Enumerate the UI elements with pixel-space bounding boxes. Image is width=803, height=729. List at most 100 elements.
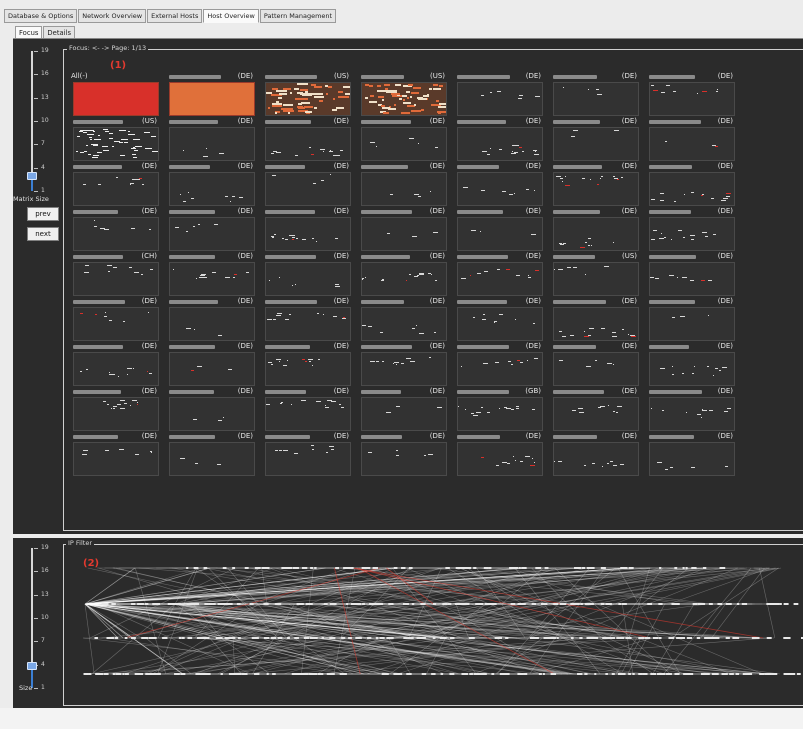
ip-node[interactable] — [584, 603, 589, 605]
ip-node[interactable] — [593, 637, 599, 639]
host-cell[interactable]: (DE) — [167, 72, 255, 116]
ip-node[interactable] — [488, 603, 493, 605]
ip-node[interactable] — [475, 673, 481, 675]
host-cell[interactable]: (DE) — [71, 297, 159, 341]
ip-node[interactable] — [729, 673, 734, 675]
ip-node[interactable] — [178, 637, 182, 639]
ip-node[interactable] — [692, 603, 698, 605]
ip-node[interactable] — [174, 603, 180, 605]
ip-node[interactable] — [383, 673, 389, 675]
ip-node[interactable] — [140, 603, 144, 605]
ip-node[interactable] — [369, 603, 372, 605]
host-cell[interactable]: (DE) — [167, 207, 255, 251]
ip-node[interactable] — [362, 603, 365, 605]
host-cell[interactable]: (DE) — [455, 342, 543, 386]
ip-node[interactable] — [254, 673, 260, 675]
ip-node[interactable] — [488, 567, 492, 569]
ip-node[interactable] — [406, 673, 412, 675]
ip-node[interactable] — [346, 603, 349, 605]
ip-node[interactable] — [553, 603, 559, 605]
ip-node[interactable] — [237, 637, 241, 639]
ip-node[interactable] — [650, 673, 657, 675]
host-cell[interactable]: (DE) — [359, 342, 447, 386]
ip-node[interactable] — [588, 603, 594, 605]
ip-node[interactable] — [411, 603, 415, 605]
ip-node[interactable] — [647, 603, 653, 605]
host-cell[interactable]: (DE) — [359, 162, 447, 206]
ip-node[interactable] — [207, 673, 210, 675]
ip-node[interactable] — [673, 603, 680, 605]
host-cell[interactable]: (DE) — [647, 432, 735, 476]
ip-node[interactable] — [473, 567, 477, 569]
host-cell[interactable]: (DE) — [455, 432, 543, 476]
ip-node[interactable] — [263, 637, 270, 639]
ip-node[interactable] — [309, 637, 314, 639]
ip-node[interactable] — [152, 603, 157, 605]
ip-node[interactable] — [594, 673, 597, 675]
host-cell[interactable]: (DE) — [551, 207, 639, 251]
ip-node[interactable] — [712, 637, 719, 639]
ip-node[interactable] — [310, 567, 313, 569]
host-cell[interactable]: (DE) — [71, 387, 159, 431]
ip-node[interactable] — [242, 673, 248, 675]
host-cell[interactable]: (DE) — [167, 342, 255, 386]
ip-node[interactable] — [602, 637, 605, 639]
ip-node[interactable] — [499, 673, 504, 675]
ip-node[interactable] — [440, 673, 444, 675]
ip-node[interactable] — [236, 603, 241, 605]
ip-node[interactable] — [111, 603, 116, 605]
ip-node[interactable] — [699, 603, 706, 605]
host-cell[interactable]: (DE) — [647, 387, 735, 431]
ip-node[interactable] — [449, 673, 453, 675]
ip-node[interactable] — [294, 637, 297, 639]
host-cell[interactable]: (DE) — [359, 117, 447, 161]
host-cell[interactable]: (DE) — [167, 387, 255, 431]
ip-node[interactable] — [329, 637, 336, 639]
ip-node[interactable] — [708, 603, 713, 605]
ip-node[interactable] — [363, 567, 366, 569]
ip-node[interactable] — [570, 603, 575, 605]
ip-node[interactable] — [225, 603, 232, 605]
ip-node[interactable] — [174, 673, 180, 675]
ip-node[interactable] — [117, 673, 122, 675]
host-cell[interactable]: (DE) — [263, 162, 351, 206]
ip-node[interactable] — [680, 637, 685, 639]
host-cell[interactable]: (DE) — [167, 117, 255, 161]
ip-node[interactable] — [691, 567, 697, 569]
ip-node[interactable] — [479, 673, 486, 675]
ip-node[interactable] — [417, 637, 421, 639]
host-cell[interactable]: (DE) — [551, 72, 639, 116]
ip-node[interactable] — [607, 603, 612, 605]
ip-node[interactable] — [220, 673, 223, 675]
ip-node[interactable] — [736, 637, 739, 639]
ip-node[interactable] — [410, 637, 414, 639]
ip-node[interactable] — [518, 567, 521, 569]
ip-node[interactable] — [503, 673, 507, 675]
ip-node[interactable] — [721, 673, 725, 675]
ip-node[interactable] — [144, 637, 148, 639]
ip-node[interactable] — [520, 603, 523, 605]
ip-node[interactable] — [725, 603, 732, 605]
ip-node[interactable] — [577, 673, 580, 675]
ip-node[interactable] — [492, 603, 497, 605]
host-cell[interactable]: (DE) — [359, 207, 447, 251]
ip-node[interactable] — [766, 637, 772, 639]
ip-node[interactable] — [556, 637, 559, 639]
ip-node[interactable] — [483, 567, 489, 569]
ip-node[interactable] — [102, 603, 109, 605]
tab-host-overview[interactable]: Host Overview — [203, 9, 259, 23]
ip-node[interactable] — [505, 637, 509, 639]
prev-button[interactable]: prev — [27, 207, 59, 221]
ip-node[interactable] — [196, 673, 202, 675]
ip-node[interactable] — [171, 603, 176, 605]
ip-node[interactable] — [286, 567, 292, 569]
ip-node[interactable] — [783, 637, 789, 639]
ip-node[interactable] — [122, 673, 125, 675]
ip-node[interactable] — [702, 673, 707, 675]
host-cell[interactable]: (DE) — [551, 387, 639, 431]
ip-node[interactable] — [203, 567, 208, 569]
ip-node[interactable] — [293, 673, 298, 675]
host-cell[interactable]: (DE) — [455, 252, 543, 296]
ip-node[interactable] — [538, 673, 542, 675]
ip-node[interactable] — [455, 567, 462, 569]
